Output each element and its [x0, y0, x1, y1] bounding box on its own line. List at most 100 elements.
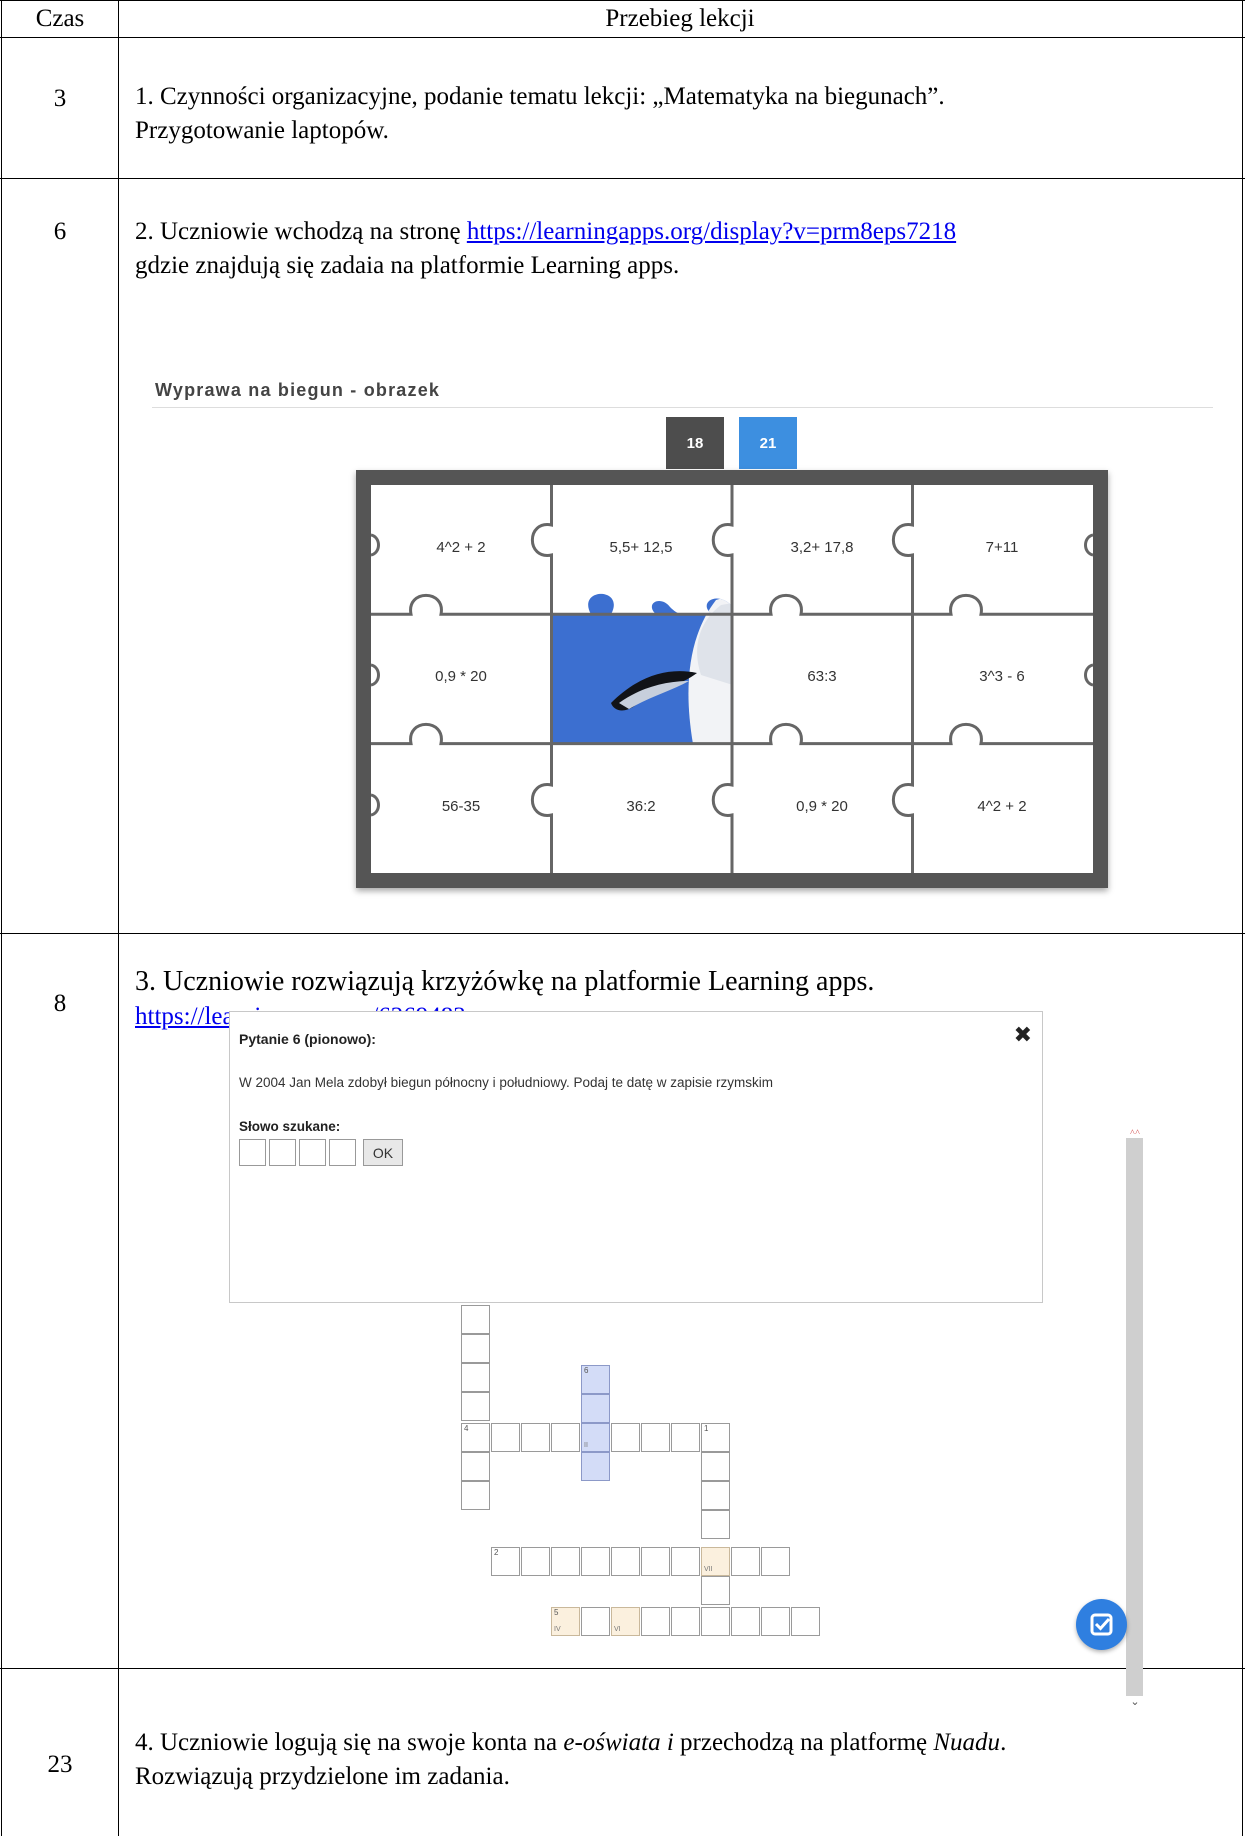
crossword-cell[interactable] — [461, 1452, 490, 1481]
crossword-cell[interactable] — [521, 1423, 550, 1452]
crossword-cell[interactable] — [491, 1423, 520, 1452]
crossword-cell[interactable]: 5 IV — [551, 1607, 580, 1636]
crossword-cell[interactable]: VII — [701, 1547, 730, 1576]
crossword-cell[interactable] — [761, 1547, 790, 1576]
crossword-cell[interactable] — [791, 1607, 820, 1636]
clue-number: 1 — [704, 1424, 709, 1433]
cell-mark: VII — [704, 1566, 713, 1573]
question-dialog: Pytanie 6 (pionowo): ✖ W 2004 Jan Mela z… — [229, 1011, 1043, 1303]
puzzle-piece-r2c4[interactable]: 3^3 - 6 — [912, 668, 1092, 685]
crossword-cell[interactable] — [551, 1423, 580, 1452]
table-border-left — [1, 0, 2, 1836]
header-time: Czas — [35, 5, 85, 32]
crossword-cell[interactable] — [671, 1423, 700, 1452]
crossword-cell[interactable] — [701, 1607, 730, 1636]
crossword-cell-selected[interactable] — [581, 1394, 610, 1423]
puzzle-piece-r1c1[interactable]: 4^2 + 2 — [371, 539, 551, 556]
puzzle-piece-r1c3[interactable]: 3,2+ 17,8 — [732, 539, 912, 556]
row2-line1: 2. Uczniowie wchodzą na stronę https://l… — [135, 215, 956, 249]
table-border-header — [0, 37, 1245, 38]
row4-text-c: przechodzą na platformę — [673, 1729, 934, 1756]
crossword-cell[interactable]: VI — [611, 1607, 640, 1636]
row1-line1: 1. Czynności organizacyjne, podanie tema… — [135, 83, 945, 110]
tab-21[interactable]: 21 — [739, 417, 797, 469]
row4-time: 23 — [47, 1751, 73, 1778]
scroll-up-arrow[interactable]: ˄˄ — [1128, 1127, 1142, 1137]
row4-line1: 4. Uczniowie logują się na swoje konta n… — [135, 1726, 1006, 1760]
ok-button[interactable]: OK — [363, 1139, 403, 1166]
answer-letter-box[interactable] — [269, 1139, 296, 1166]
crossword-cell[interactable] — [581, 1607, 610, 1636]
crossword-cell[interactable] — [521, 1547, 550, 1576]
puzzle-board: 4^2 + 2 5,5+ 12,5 3,2+ 17,8 7+11 0,9 * 2… — [371, 485, 1093, 873]
table-border-right — [1242, 0, 1243, 1836]
crossword-cell[interactable] — [671, 1547, 700, 1576]
cell-mark: VI — [614, 1626, 621, 1633]
crossword-scrollbar[interactable] — [1126, 1138, 1143, 1696]
crossword-cell[interactable] — [641, 1607, 670, 1636]
crossword-cell[interactable] — [731, 1547, 760, 1576]
crossword-cell[interactable] — [461, 1334, 490, 1363]
puzzle-piece-r3c4[interactable]: 4^2 + 2 — [912, 798, 1092, 815]
table-border-row1 — [0, 178, 1245, 179]
check-answers-button[interactable] — [1076, 1599, 1127, 1650]
clue-number: 2 — [494, 1548, 499, 1557]
row2-line2: gdzie znajdują się zadaia na platformie … — [135, 252, 680, 279]
crossword-cell[interactable] — [671, 1607, 700, 1636]
question-title: Pytanie 6 (pionowo): — [239, 1031, 376, 1047]
row1-time: 3 — [53, 85, 67, 112]
crossword-cell[interactable] — [761, 1607, 790, 1636]
puzzle-piece-r3c3[interactable]: 0,9 * 20 — [732, 798, 912, 815]
crossword-cell[interactable]: 4 — [461, 1423, 490, 1452]
crossword-cell-selected[interactable]: II — [581, 1423, 610, 1452]
puzzle-piece-r3c2[interactable]: 36:2 — [551, 798, 731, 815]
puzzle-piece-r2c1[interactable]: 0,9 * 20 — [371, 668, 551, 685]
row4-text-e: . — [1000, 1729, 1007, 1756]
row4-text-a: 4. Uczniowie logują się na swoje konta n… — [135, 1729, 564, 1756]
close-icon[interactable]: ✖ — [1014, 1022, 1032, 1048]
answer-letter-box[interactable] — [239, 1139, 266, 1166]
row3-line1: 3. Uczniowie rozwiązują krzyżówkę na pla… — [135, 966, 875, 997]
crossword-cell[interactable] — [641, 1547, 670, 1576]
chevron-down-icon[interactable]: ⌄ — [1128, 1695, 1142, 1708]
crossword-cell[interactable] — [551, 1547, 580, 1576]
puzzle-piece-r3c1[interactable]: 56-35 — [371, 798, 551, 815]
answer-label: Słowo szukane: — [239, 1119, 341, 1134]
puzzle-piece-r1c4[interactable]: 7+11 — [912, 539, 1092, 556]
clue-number: 6 — [584, 1366, 589, 1375]
crossword-cell[interactable] — [581, 1547, 610, 1576]
crossword-cell[interactable] — [611, 1547, 640, 1576]
cell-mark: IV — [554, 1626, 561, 1633]
crossword-cell-selected[interactable]: 6 — [581, 1365, 610, 1394]
table-border-row2 — [0, 933, 1245, 934]
crossword-cell[interactable] — [461, 1305, 490, 1334]
puzzle-piece-r2c3[interactable]: 63:3 — [732, 668, 912, 685]
crossword-cell[interactable] — [461, 1363, 490, 1392]
puzzle-piece-r1c2[interactable]: 5,5+ 12,5 — [551, 539, 731, 556]
answer-letter-box[interactable] — [299, 1139, 326, 1166]
clue-number: 4 — [464, 1424, 469, 1433]
question-text: W 2004 Jan Mela zdobył biegun północny i… — [239, 1075, 774, 1090]
crossword-cell[interactable]: 2 — [491, 1547, 520, 1576]
crossword-cell[interactable] — [731, 1607, 760, 1636]
header-lesson: Przebieg lekcji — [605, 5, 755, 32]
crossword-cell[interactable] — [701, 1510, 730, 1539]
crossword-cell[interactable] — [461, 1392, 490, 1421]
row4-text-eoswiata: e-oświata i — [563, 1729, 674, 1756]
crossword-cell[interactable]: 1 — [701, 1423, 730, 1452]
penguin-image-piece — [551, 593, 732, 744]
crossword-cell[interactable] — [701, 1481, 730, 1510]
tab-18[interactable]: 18 — [666, 417, 724, 469]
crossword-cell[interactable] — [611, 1423, 640, 1452]
crossword-cell[interactable] — [461, 1481, 490, 1510]
row4-text-nuadu: Nuadu — [933, 1729, 1001, 1756]
table-border-divider — [118, 0, 119, 1836]
crossword-cell[interactable] — [701, 1576, 730, 1605]
crossword-cell-selected[interactable] — [581, 1452, 610, 1481]
learningapps-link-1[interactable]: https://learningapps.org/display?v=prm8e… — [467, 218, 956, 245]
crossword-cell[interactable] — [641, 1423, 670, 1452]
row3-time: 8 — [53, 990, 67, 1017]
answer-letter-box[interactable] — [329, 1139, 356, 1166]
crossword-cell[interactable] — [701, 1452, 730, 1481]
row1-line2: Przygotowanie laptopów. — [135, 117, 389, 144]
